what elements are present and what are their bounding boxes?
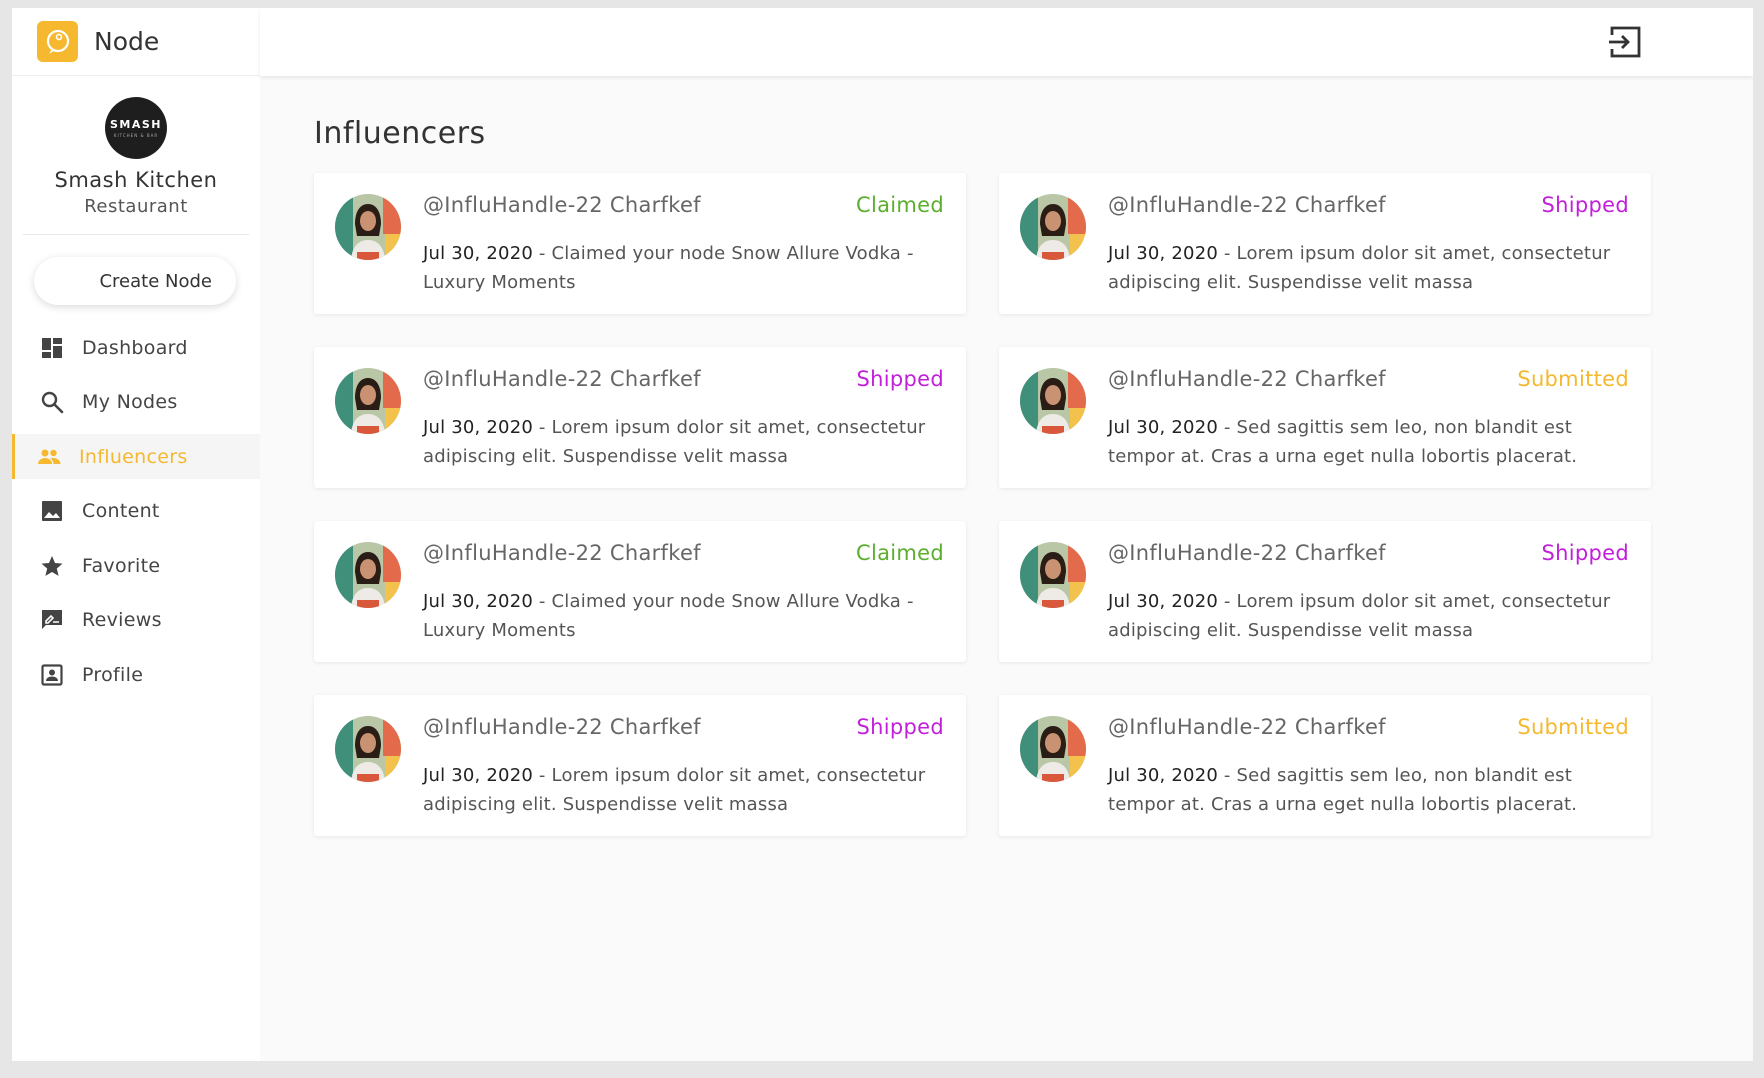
influencer-handle[interactable]: @InfluHandle-22 Charfkef (1108, 715, 1386, 739)
influencer-avatar (335, 542, 401, 608)
influencer-handle[interactable]: @InfluHandle-22 Charfkef (1108, 541, 1386, 565)
sidebar-item-reviews[interactable]: Reviews (12, 598, 260, 643)
influencer-handle[interactable]: @InfluHandle-22 Charfkef (423, 541, 701, 565)
app-window: Node SMASH KITCHEN & BAR Smash Kitchen R… (12, 8, 1753, 1061)
people-icon (36, 444, 62, 470)
activity-date: Jul 30, 2020 (1108, 591, 1218, 612)
sidebar-item-label: Influencers (79, 445, 188, 468)
search-bubble-icon (37, 21, 78, 62)
activity-text: Jul 30, 2020 - Claimed your node Snow Al… (423, 587, 948, 645)
activity-text: Jul 30, 2020 - Claimed your node Snow Al… (423, 239, 948, 297)
activity-text: Jul 30, 2020 - Lorem ipsum dolor sit ame… (423, 761, 948, 819)
activity-date: Jul 30, 2020 (1108, 765, 1218, 786)
sidebar-item-favorite[interactable]: Favorite (12, 543, 260, 588)
influencer-avatar (1020, 194, 1086, 260)
status-badge: Claimed (855, 193, 944, 217)
influencer-handle[interactable]: @InfluHandle-22 Charfkef (1108, 367, 1386, 391)
create-node-button[interactable]: Create Node (34, 257, 236, 305)
sidebar-item-content[interactable]: Content (12, 489, 260, 534)
status-badge: Shipped (856, 715, 944, 739)
sidebar-item-label: Profile (82, 663, 144, 686)
brand-name: Node (94, 27, 160, 56)
activity-text: Jul 30, 2020 - Lorem ipsum dolor sit ame… (1108, 239, 1633, 297)
sidebar-item-label: Dashboard (82, 336, 188, 359)
star-icon (39, 553, 65, 579)
influencer-avatar (1020, 716, 1086, 782)
profile-icon (39, 662, 65, 688)
influencer-avatar (1020, 542, 1086, 608)
account-name: Smash Kitchen (54, 168, 218, 192)
sidebar-nav: Dashboard My Nodes Influencers Content F… (12, 325, 260, 697)
sidebar-item-label: Reviews (82, 609, 162, 631)
activity-date: Jul 30, 2020 (423, 417, 533, 438)
brand-header[interactable]: Node (12, 8, 260, 76)
influencer-grid: @InfluHandle-22 Charfkef Claimed Jul 30,… (314, 173, 1651, 836)
sidebar-item-label: My Nodes (82, 391, 178, 413)
sidebar-item-dashboard[interactable]: Dashboard (12, 325, 260, 370)
activity-date: Jul 30, 2020 (423, 243, 533, 264)
sidebar-item-my-nodes[interactable]: My Nodes (12, 380, 260, 425)
influencer-card[interactable]: @InfluHandle-22 Charfkef Shipped Jul 30,… (999, 521, 1651, 662)
search-icon (39, 389, 65, 415)
status-badge: Shipped (856, 367, 944, 391)
sidebar: Node SMASH KITCHEN & BAR Smash Kitchen R… (12, 8, 260, 1061)
status-badge: Shipped (1541, 193, 1629, 217)
rate-review-icon (39, 607, 65, 633)
influencer-card[interactable]: @InfluHandle-22 Charfkef Submitted Jul 3… (999, 695, 1651, 836)
sidebar-item-influencers[interactable]: Influencers (12, 434, 260, 479)
status-badge: Submitted (1517, 715, 1629, 739)
status-badge: Submitted (1517, 367, 1629, 391)
page-title: Influencers (314, 116, 486, 151)
influencer-card[interactable]: @InfluHandle-22 Charfkef Shipped Jul 30,… (314, 347, 966, 488)
activity-date: Jul 30, 2020 (1108, 243, 1218, 264)
influencer-handle[interactable]: @InfluHandle-22 Charfkef (423, 367, 701, 391)
influencer-card[interactable]: @InfluHandle-22 Charfkef Submitted Jul 3… (999, 347, 1651, 488)
influencer-avatar (335, 368, 401, 434)
influencer-avatar (335, 194, 401, 260)
influencer-avatar (335, 716, 401, 782)
account-type: Restaurant (84, 196, 188, 217)
influencer-avatar (1020, 368, 1086, 434)
activity-text: Jul 30, 2020 - Lorem ipsum dolor sit ame… (423, 413, 948, 471)
account-block: SMASH KITCHEN & BAR Smash Kitchen Restau… (12, 76, 260, 217)
sidebar-item-profile[interactable]: Profile (12, 652, 260, 697)
logout-icon[interactable] (1605, 22, 1645, 62)
activity-text: Jul 30, 2020 - Sed sagittis sem leo, non… (1108, 761, 1633, 819)
main-content: Influencers @InfluHandle-22 Charfkef Cla… (314, 116, 1651, 836)
activity-date: Jul 30, 2020 (423, 765, 533, 786)
influencer-card[interactable]: @InfluHandle-22 Charfkef Shipped Jul 30,… (314, 695, 966, 836)
account-logo-text: SMASH (109, 118, 162, 131)
influencer-handle[interactable]: @InfluHandle-22 Charfkef (423, 193, 701, 217)
activity-date: Jul 30, 2020 (1108, 417, 1218, 438)
status-badge: Shipped (1541, 541, 1629, 565)
status-badge: Claimed (855, 541, 944, 565)
activity-text: Jul 30, 2020 - Lorem ipsum dolor sit ame… (1108, 587, 1633, 645)
account-logo-subtext: KITCHEN & BAR (113, 133, 159, 138)
influencer-handle[interactable]: @InfluHandle-22 Charfkef (423, 715, 701, 739)
image-icon (39, 498, 65, 524)
activity-text: Jul 30, 2020 - Sed sagittis sem leo, non… (1108, 413, 1633, 471)
dashboard-icon (39, 335, 65, 361)
sidebar-item-label: Content (82, 500, 160, 522)
influencer-card[interactable]: @InfluHandle-22 Charfkef Shipped Jul 30,… (999, 173, 1651, 314)
account-logo: SMASH KITCHEN & BAR (105, 97, 167, 159)
influencer-card[interactable]: @InfluHandle-22 Charfkef Claimed Jul 30,… (314, 521, 966, 662)
activity-date: Jul 30, 2020 (423, 591, 533, 612)
influencer-card[interactable]: @InfluHandle-22 Charfkef Claimed Jul 30,… (314, 173, 966, 314)
sidebar-item-label: Favorite (82, 554, 161, 577)
influencer-handle[interactable]: @InfluHandle-22 Charfkef (1108, 193, 1386, 217)
top-bar (260, 8, 1753, 76)
sidebar-divider (23, 234, 249, 235)
